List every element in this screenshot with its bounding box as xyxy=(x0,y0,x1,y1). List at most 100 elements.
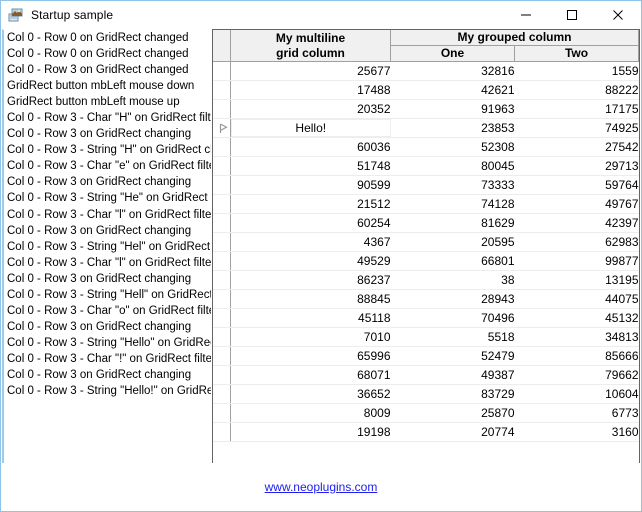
table-row[interactable]: 17488 42621 88222 xyxy=(213,80,639,100)
log-item[interactable]: Col 0 - Row 3 - Char "e" on GridRect fil… xyxy=(7,158,211,174)
grid-cell-multiline[interactable]: 17488 xyxy=(230,80,391,100)
row-indicator-cell[interactable] xyxy=(213,118,231,138)
grid-cell-two[interactable]: 59764 xyxy=(514,175,639,195)
header-column-one[interactable]: One xyxy=(390,45,515,62)
grid-cell-one[interactable]: 25870 xyxy=(390,403,515,423)
grid-cell-one[interactable]: 83729 xyxy=(390,384,515,404)
table-row[interactable]: 60036 52308 27542 xyxy=(213,137,639,157)
table-row[interactable]: 8009 25870 6773 xyxy=(213,403,639,423)
grid-cell-two[interactable]: 45132 xyxy=(514,308,639,328)
grid-cell-one[interactable]: 23853 xyxy=(390,118,515,138)
log-item[interactable]: Col 0 - Row 3 - Char "H" on GridRect fil… xyxy=(7,110,211,126)
log-item[interactable]: Col 0 - Row 3 on GridRect changing xyxy=(7,126,211,142)
row-indicator-cell[interactable] xyxy=(213,99,231,119)
log-item[interactable]: Col 0 - Row 3 on GridRect changing xyxy=(7,174,211,190)
grid-cell-one[interactable]: 49387 xyxy=(390,365,515,385)
log-item[interactable]: Col 0 - Row 3 on GridRect changed xyxy=(7,62,211,78)
grid-cell-two[interactable]: 13195 xyxy=(514,270,639,290)
table-row[interactable]: 86237 38 13195 xyxy=(213,270,639,290)
grid-cell-multiline[interactable]: 60036 xyxy=(230,137,391,157)
neoplugins-link[interactable]: www.neoplugins.com xyxy=(265,480,378,494)
log-item[interactable]: Col 0 - Row 3 - String "Hello!" on GridR… xyxy=(7,383,211,399)
table-row[interactable]: 90599 73333 59764 xyxy=(213,175,639,195)
grid-cell-one[interactable]: 66801 xyxy=(390,251,515,271)
grid-cell-multiline[interactable]: 25677 xyxy=(230,61,391,81)
grid-cell-multiline[interactable]: 68071 xyxy=(230,365,391,385)
grid-cell-multiline[interactable]: 49529 xyxy=(230,251,391,271)
grid-cell-two[interactable]: 99877 xyxy=(514,251,639,271)
grid-cell-two[interactable]: 79662 xyxy=(514,365,639,385)
grid-cell-one[interactable]: 74128 xyxy=(390,194,515,214)
grid-cell-one[interactable]: 52479 xyxy=(390,346,515,366)
row-indicator-cell[interactable] xyxy=(213,384,231,404)
table-row[interactable]: 45118 70496 45132 xyxy=(213,308,639,328)
table-row[interactable]: Hello! 23853 74925 xyxy=(213,118,639,138)
event-log-list[interactable]: Col 0 - Row 0 on GridRect changed Col 0 -… xyxy=(2,29,211,469)
grid-cell-one[interactable]: 81629 xyxy=(390,213,515,233)
row-indicator-cell[interactable] xyxy=(213,137,231,157)
table-row[interactable]: 19198 20774 3160 xyxy=(213,422,639,442)
grid-cell-two[interactable]: 34813 xyxy=(514,327,639,347)
log-item[interactable]: Col 0 - Row 3 - String "Hell" on GridRec… xyxy=(7,287,211,303)
maximize-button[interactable] xyxy=(549,1,595,28)
grid-cell-multiline[interactable]: 45118 xyxy=(230,308,391,328)
grid-cell-one[interactable]: 73333 xyxy=(390,175,515,195)
grid-cell-one[interactable]: 70496 xyxy=(390,308,515,328)
grid-cell-two[interactable]: 44075 xyxy=(514,289,639,309)
grid-cell-two[interactable]: 85666 xyxy=(514,346,639,366)
grid-cell-multiline[interactable]: 19198 xyxy=(230,422,391,442)
table-row[interactable]: 68071 49387 79662 xyxy=(213,365,639,385)
grid-cell-one[interactable]: 42621 xyxy=(390,80,515,100)
grid-cell-one[interactable]: 38 xyxy=(390,270,515,290)
row-indicator-cell[interactable] xyxy=(213,365,231,385)
table-row[interactable]: 25677 32816 1559 xyxy=(213,61,639,81)
minimize-button[interactable] xyxy=(503,1,549,28)
grid-cell-multiline[interactable]: 7010 xyxy=(230,327,391,347)
grid-cell-multiline[interactable]: 4367 xyxy=(230,232,391,252)
grid-cell-one[interactable]: 91963 xyxy=(390,99,515,119)
header-multiline-column[interactable]: My multiline grid column xyxy=(230,30,391,62)
row-indicator-cell[interactable] xyxy=(213,156,231,176)
grid-cell-multiline[interactable]: 21512 xyxy=(230,194,391,214)
row-indicator-cell[interactable] xyxy=(213,346,231,366)
header-grouped-column[interactable]: My grouped column xyxy=(390,30,639,46)
grid-cell-two[interactable]: 49767 xyxy=(514,194,639,214)
close-button[interactable] xyxy=(595,1,641,28)
row-indicator-cell[interactable] xyxy=(213,270,231,290)
grid-cell-one[interactable]: 32816 xyxy=(390,61,515,81)
row-indicator-cell[interactable] xyxy=(213,232,231,252)
table-row[interactable]: 60254 81629 42397 xyxy=(213,213,639,233)
row-indicator-cell[interactable] xyxy=(213,175,231,195)
log-item[interactable]: Col 0 - Row 3 - Char "l" on GridRect fil… xyxy=(7,255,211,271)
grid-cell-multiline[interactable]: Hello! xyxy=(230,118,391,138)
row-indicator-cell[interactable] xyxy=(213,213,231,233)
table-row[interactable]: 20352 91963 17175 xyxy=(213,99,639,119)
header-column-two[interactable]: Two xyxy=(514,45,639,62)
grid-cell-two[interactable]: 29713 xyxy=(514,156,639,176)
table-row[interactable]: 4367 20595 62983 xyxy=(213,232,639,252)
grid-cell-two[interactable]: 1559 xyxy=(514,61,639,81)
grid-cell-multiline[interactable]: 86237 xyxy=(230,270,391,290)
grid-cell-two[interactable]: 6773 xyxy=(514,403,639,423)
log-item[interactable]: Col 0 - Row 3 - Char "!" on GridRect fil… xyxy=(7,351,211,367)
grid-cell-multiline[interactable]: 36652 xyxy=(230,384,391,404)
grid-cell-two[interactable]: 88222 xyxy=(514,80,639,100)
row-indicator-cell[interactable] xyxy=(213,403,231,423)
log-item[interactable]: Col 0 - Row 0 on GridRect changed xyxy=(7,30,211,46)
grid-cell-one[interactable]: 20774 xyxy=(390,422,515,442)
log-item[interactable]: Col 0 - Row 3 - String "Hello" on GridRe… xyxy=(7,335,211,351)
table-row[interactable]: 49529 66801 99877 xyxy=(213,251,639,271)
log-item[interactable]: Col 0 - Row 0 on GridRect changed xyxy=(7,46,211,62)
grid-cell-two[interactable]: 27542 xyxy=(514,137,639,157)
grid-cell-multiline[interactable]: 20352 xyxy=(230,99,391,119)
log-item[interactable]: Col 0 - Row 3 on GridRect changing xyxy=(7,319,211,335)
grid-cell-two[interactable]: 74925 xyxy=(514,118,639,138)
grid-cell-two[interactable]: 17175 xyxy=(514,99,639,119)
grid-cell-one[interactable]: 28943 xyxy=(390,289,515,309)
table-row[interactable]: 36652 83729 10604 xyxy=(213,384,639,404)
table-row[interactable]: 65996 52479 85666 xyxy=(213,346,639,366)
row-indicator-cell[interactable] xyxy=(213,251,231,271)
row-indicator-cell[interactable] xyxy=(213,289,231,309)
grid-cell-one[interactable]: 52308 xyxy=(390,137,515,157)
data-grid[interactable]: My multiline grid column My grouped colu… xyxy=(212,29,640,490)
